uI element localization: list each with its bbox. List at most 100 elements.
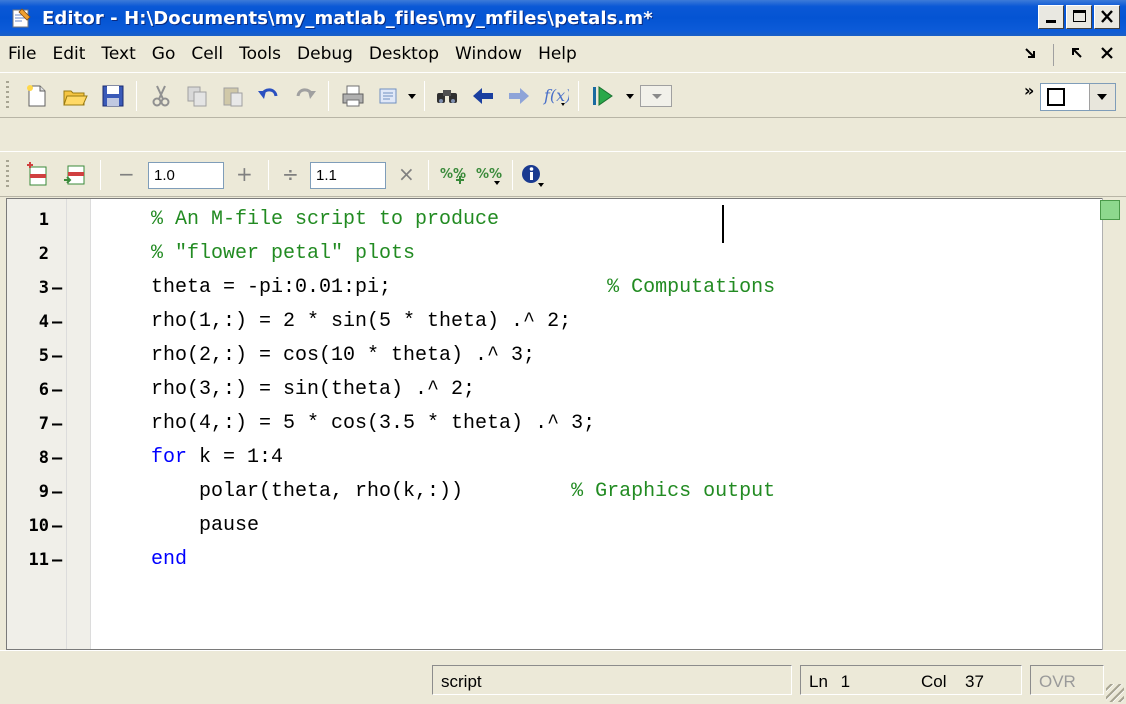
code-line[interactable]: 10 – pause [7, 509, 1103, 543]
code-line[interactable]: 11 – end [7, 543, 1103, 577]
code-text[interactable]: rho(4,:) = 5 * cos(3.5 * theta) .^ 3; [151, 412, 595, 435]
line-number: 2 [38, 244, 49, 264]
svg-text:f(x): f(x) [543, 86, 569, 105]
decrement-button[interactable]: − [118, 162, 135, 186]
window-title: Editor - H:\Documents\my_matlab_files\my… [42, 7, 653, 29]
close-button[interactable] [1094, 5, 1120, 29]
print-options-icon[interactable] [374, 81, 404, 111]
column-label: Col [921, 672, 947, 691]
executable-marker[interactable]: – [52, 414, 66, 434]
title-bar[interactable]: Editor - H:\Documents\my_matlab_files\my… [0, 0, 1126, 36]
menu-file[interactable]: File [8, 44, 36, 64]
menu-text[interactable]: Text [101, 44, 135, 64]
code-line[interactable]: 1 % An M-file script to produce [7, 203, 1103, 237]
cut-icon[interactable] [146, 81, 176, 111]
code-line[interactable]: 3 – theta = -pi:0.01:pi; % Computations [7, 271, 1103, 305]
paste-icon[interactable] [218, 81, 248, 111]
menu-edit[interactable]: Edit [52, 44, 85, 64]
undock-arrow-icon[interactable] [1070, 45, 1084, 65]
multiply-button[interactable]: × [398, 162, 415, 186]
stack-select[interactable] [640, 85, 672, 107]
resize-grip[interactable] [1106, 684, 1124, 702]
editor-layout-select[interactable] [1040, 83, 1116, 111]
code-text[interactable]: % An M-file script to produce [151, 208, 499, 231]
save-icon[interactable] [98, 81, 128, 111]
cell-info-icon[interactable] [518, 160, 548, 190]
toolbar-separator [328, 81, 329, 111]
find-binoculars-icon[interactable] [432, 81, 462, 111]
code-text[interactable]: for k = 1:4 [151, 446, 283, 469]
evaluate-cell-icon[interactable] [60, 160, 90, 190]
code-line[interactable]: 6 – rho(3,:) = sin(theta) .^ 2; [7, 373, 1103, 407]
code-line[interactable]: 5 – rho(2,:) = cos(10 * theta) .^ 3; [7, 339, 1103, 373]
file-type-status: script [432, 665, 792, 695]
toolbar-overflow-icon[interactable]: » [1024, 81, 1034, 100]
toolbar-separator [136, 81, 137, 111]
code-text[interactable]: rho(3,:) = sin(theta) .^ 2; [151, 378, 475, 401]
toolbar-gripper[interactable] [6, 81, 9, 111]
new-file-icon[interactable] [22, 81, 52, 111]
menu-cell[interactable]: Cell [191, 44, 223, 64]
svg-text:%%: %% [476, 167, 502, 182]
line-number: 3 [38, 278, 49, 298]
executable-marker[interactable]: – [52, 278, 66, 298]
menu-debug[interactable]: Debug [297, 44, 353, 64]
code-text[interactable]: pause [151, 514, 259, 537]
code-text[interactable]: polar(theta, rho(k,:)) % Graphics output [151, 480, 775, 503]
run-dropdown-arrow[interactable] [626, 94, 634, 99]
print-dropdown-arrow[interactable] [408, 94, 416, 99]
code-line[interactable]: 2 % "flower petal" plots [7, 237, 1103, 271]
increment-button[interactable]: + [236, 162, 253, 186]
insert-cell-break-icon[interactable] [22, 160, 52, 190]
status-bar: script Ln 1 Col 37 OVR [0, 650, 1126, 704]
executable-marker[interactable]: – [52, 380, 66, 400]
code-line[interactable]: 4 – rho(1,:) = 2 * sin(5 * theta) .^ 2; [7, 305, 1103, 339]
code-line[interactable]: 9 – polar(theta, rho(k,:)) % Graphics ou… [7, 475, 1103, 509]
code-text[interactable]: rho(1,:) = 2 * sin(5 * theta) .^ 2; [151, 310, 571, 333]
code-text[interactable]: % "flower petal" plots [151, 242, 415, 265]
code-line[interactable]: 8 – for k = 1:4 [7, 441, 1103, 475]
main-toolbar: f(x) » [0, 72, 1126, 118]
code-text[interactable]: end [151, 548, 187, 571]
function-browser-icon[interactable]: f(x) [540, 81, 570, 111]
open-folder-icon[interactable] [60, 81, 90, 111]
print-icon[interactable] [338, 81, 368, 111]
go-forward-icon[interactable] [504, 81, 534, 111]
executable-marker[interactable]: – [52, 346, 66, 366]
menu-desktop[interactable]: Desktop [369, 44, 439, 64]
code-analyzer-bar[interactable] [1102, 198, 1126, 650]
toolbar-separator [578, 81, 579, 111]
go-back-icon[interactable] [468, 81, 498, 111]
executable-marker[interactable]: – [52, 550, 66, 570]
menu-help[interactable]: Help [538, 44, 577, 64]
code-line[interactable]: 7 – rho(4,:) = 5 * cos(3.5 * theta) .^ 3… [7, 407, 1103, 441]
executable-marker[interactable]: – [52, 448, 66, 468]
line-label: Ln [809, 672, 828, 691]
divide-value-input[interactable]: 1.1 [310, 162, 386, 189]
executable-marker[interactable]: – [52, 516, 66, 536]
decrement-value-input[interactable]: 1.0 [148, 162, 224, 189]
executable-marker[interactable]: – [52, 312, 66, 332]
divide-button[interactable]: ÷ [282, 162, 299, 186]
cell-publish-icon[interactable]: %% [474, 160, 504, 190]
insert-cell-title-icon[interactable]: %% [438, 160, 468, 190]
executable-marker[interactable]: – [52, 482, 66, 502]
dock-arrow-icon[interactable] [1023, 45, 1037, 65]
toolbar-gripper[interactable] [6, 160, 9, 190]
code-text[interactable]: theta = -pi:0.01:pi; % Computations [151, 276, 775, 299]
maximize-button[interactable] [1066, 5, 1092, 29]
toolbar-separator [428, 160, 429, 190]
copy-icon[interactable] [182, 81, 212, 111]
code-text[interactable]: rho(2,:) = cos(10 * theta) .^ 3; [151, 344, 535, 367]
run-icon[interactable] [588, 81, 618, 111]
code-editor[interactable]: 1 % An M-file script to produce 2 % "flo… [6, 198, 1102, 650]
code-analyzer-status-indicator[interactable] [1100, 200, 1120, 220]
undo-icon[interactable] [254, 81, 284, 111]
menu-tools[interactable]: Tools [239, 44, 281, 64]
minimize-button[interactable] [1038, 5, 1064, 29]
close-document-icon[interactable] [1100, 45, 1114, 65]
redo-icon[interactable] [290, 81, 320, 111]
line-number: 9 [38, 482, 49, 502]
menu-go[interactable]: Go [152, 44, 176, 64]
menu-window[interactable]: Window [455, 44, 522, 64]
